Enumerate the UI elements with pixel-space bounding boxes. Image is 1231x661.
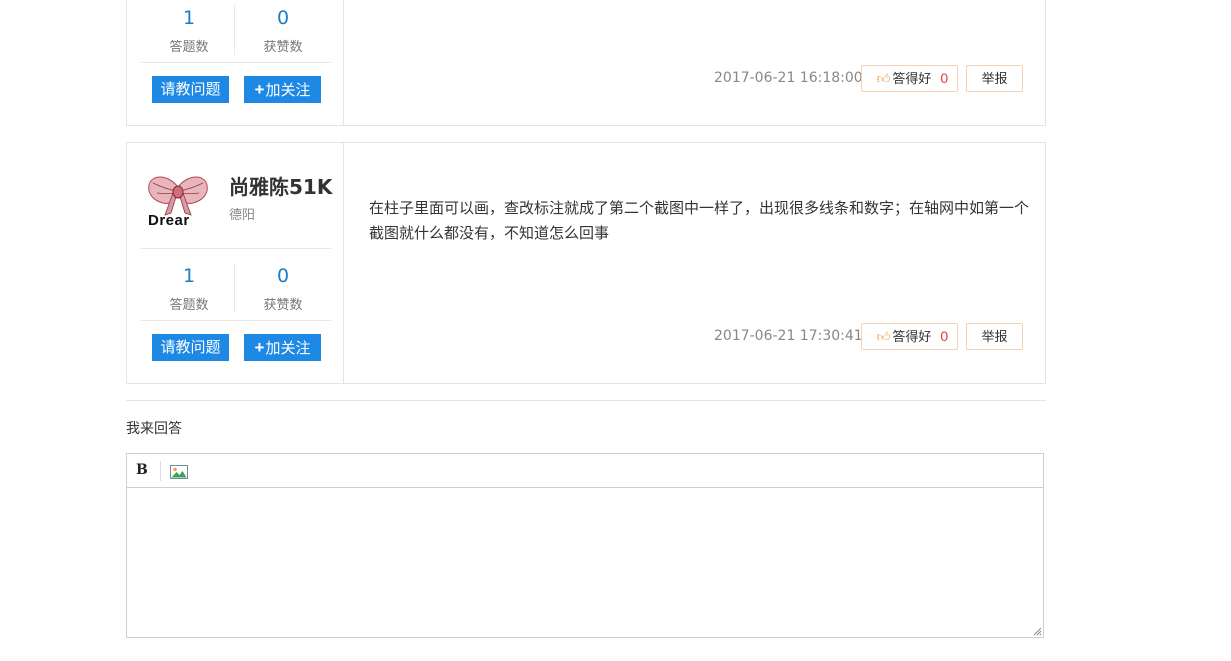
good-answer-button[interactable]: 👍︎ 答得好 0	[861, 65, 958, 92]
stat-separator	[234, 263, 235, 313]
thumbs-up-icon: 👍︎	[876, 71, 891, 86]
likes-count-stat: 0 获赞数	[238, 6, 328, 55]
answer-card: Drear 尚雅陈51K 德阳 1 答题数 0 获赞数 请教问题 +加关注 在柱…	[126, 142, 1046, 384]
likes-count-label: 获赞数	[263, 40, 303, 55]
ask-question-label: 请教问题	[160, 339, 221, 356]
bold-button[interactable]: B	[136, 462, 148, 478]
answer-count-value: 1	[182, 7, 196, 29]
divider	[141, 248, 331, 249]
good-answer-button[interactable]: 👍︎ 答得好 0	[861, 323, 958, 350]
report-button[interactable]: 举报	[966, 323, 1023, 350]
ask-question-button[interactable]: 请教问题	[152, 334, 229, 361]
user-location: 德阳	[229, 208, 256, 223]
username[interactable]: 尚雅陈51K	[229, 171, 332, 200]
plus-icon: +	[254, 338, 265, 357]
stat-separator	[234, 5, 235, 55]
avatar-caption: Drear	[148, 212, 190, 229]
resize-grip-icon[interactable]	[1033, 627, 1042, 636]
report-label: 举报	[981, 329, 1008, 344]
reply-editor: B	[126, 453, 1044, 638]
reply-section-title: 我来回答	[126, 421, 182, 437]
ask-question-button[interactable]: 请教问题	[152, 76, 229, 103]
likes-count-value: 0	[276, 265, 290, 287]
image-icon	[170, 465, 188, 479]
answer-count-value: 1	[182, 265, 196, 287]
answer-count-stat: 1 答题数	[144, 264, 234, 313]
good-answer-label: 答得好	[892, 329, 932, 344]
follow-label: 加关注	[265, 82, 311, 99]
answer-count-label: 答题数	[169, 40, 209, 55]
editor-toolbar: B	[127, 454, 1043, 488]
follow-button[interactable]: +加关注	[244, 76, 321, 103]
answer-user-panel: Drear 尚雅陈51K 德阳 1 答题数 0 获赞数 请教问题 +加关注	[129, 143, 344, 383]
answer-count-stat: 1 答题数	[144, 6, 234, 55]
insert-image-button[interactable]	[170, 464, 188, 483]
avatar[interactable]: Drear	[143, 163, 213, 233]
report-button[interactable]: 举报	[966, 65, 1023, 92]
reply-textarea[interactable]	[127, 488, 1043, 637]
good-answer-count: 0	[940, 328, 949, 344]
follow-button[interactable]: +加关注	[244, 334, 321, 361]
answer-count-label: 答题数	[169, 298, 209, 313]
good-answer-label: 答得好	[892, 71, 932, 86]
follow-label: 加关注	[265, 340, 311, 357]
thumbs-up-icon: 👍︎	[876, 329, 891, 344]
answer-user-panel: 1 答题数 0 获赞数 请教问题 +加关注	[129, 0, 344, 125]
likes-count-stat: 0 获赞数	[238, 264, 328, 313]
answer-timestamp: 2017-06-21 16:18:00	[714, 70, 863, 86]
toolbar-separator	[160, 461, 161, 481]
report-label: 举报	[981, 71, 1008, 86]
answer-card: 1 答题数 0 获赞数 请教问题 +加关注 2017-06-21 16:18:0…	[126, 0, 1046, 126]
divider	[141, 62, 331, 63]
answer-content: 在柱子里面可以画，查改标注就成了第二个截图中一样了，出现很多线条和数字；在轴网中…	[369, 199, 1030, 242]
good-answer-count: 0	[940, 70, 949, 86]
divider	[141, 320, 331, 321]
likes-count-value: 0	[276, 7, 290, 29]
section-divider	[126, 400, 1046, 401]
answer-timestamp: 2017-06-21 17:30:41	[714, 328, 863, 344]
likes-count-label: 获赞数	[263, 298, 303, 313]
ask-question-label: 请教问题	[160, 81, 221, 98]
plus-icon: +	[254, 80, 265, 99]
